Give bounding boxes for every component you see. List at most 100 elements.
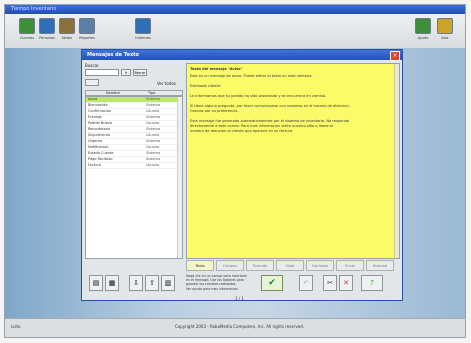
print-button[interactable]: ▤ — [89, 275, 103, 291]
notes-icon — [59, 18, 75, 34]
message-text-editor[interactable]: Texto del mensaje "Aviso" Este es un men… — [186, 63, 400, 259]
dialog-titlebar[interactable]: Mensajes de Texto × — [82, 50, 402, 61]
filter-label[interactable]: Ver todos — [157, 81, 176, 86]
cancel-button[interactable]: ✕ — [339, 275, 353, 291]
tab-options[interactable]: Opciones — [306, 260, 334, 271]
undo-button[interactable]: ↶ — [299, 275, 313, 291]
toolbar-button-info[interactable]: Informes — [135, 18, 151, 44]
list-item-type: Sistema — [146, 127, 161, 131]
tab-text[interactable]: Texto — [186, 260, 214, 271]
app-titlebar: Tiempo Inventario — [5, 5, 465, 14]
tab-view[interactable]: Vista — [276, 260, 304, 271]
text-line: Estimado cliente: — [190, 84, 222, 88]
toolbar-label: Notas — [61, 36, 73, 40]
list-item-type: Sistema — [146, 139, 161, 143]
text-line: Este es un mensaje de aviso. Puede edita… — [190, 74, 313, 78]
toolbar-label: Salir — [441, 36, 449, 40]
info-icon — [135, 18, 151, 34]
list-item-name: Estado Cuenta — [88, 151, 114, 155]
toolbar-label: Reportes — [79, 36, 95, 40]
help-icon: ? — [370, 279, 374, 287]
list-item-name: Aviso — [88, 97, 98, 101]
page-indicator: 1 / 1 — [235, 296, 244, 301]
toolbar-button-people[interactable]: Personas — [39, 18, 55, 44]
dialog-actions: ▤ ▦ ⇩ ⇧ ▥ Haga clic en un campo para ins… — [85, 273, 401, 295]
export-button[interactable]: ⇧ — [145, 275, 159, 291]
list-item-name: Entrega — [88, 115, 102, 119]
message-list-pane: Buscar Ir Borrar Ver todos Nombre Tipo A… — [85, 63, 183, 259]
scissors-icon: ✂ — [327, 279, 333, 287]
help-icon — [415, 18, 431, 34]
list-item-type: Usuario — [146, 133, 160, 137]
close-button[interactable]: × — [390, 51, 400, 61]
tab-fields[interactable]: Campos — [216, 260, 244, 271]
column-header-type[interactable]: Tipo — [148, 91, 155, 95]
messages-dialog: Mensajes de Texto × Buscar Ir Borrar Ver… — [81, 49, 403, 301]
list-item-type: Sistema — [146, 115, 161, 119]
toolbar-label: Cuentas — [19, 36, 35, 40]
editor-scrollbar[interactable] — [394, 64, 399, 258]
tab-history[interactable]: Historial — [366, 260, 394, 271]
toolbar-button-reports[interactable]: Reportes — [79, 18, 95, 44]
message-title: Texto del mensaje "Aviso" — [190, 67, 243, 71]
list-item[interactable]: Factura Usuario — [86, 163, 182, 169]
list-item-name: Pedido Nuevo — [88, 121, 113, 125]
help-button[interactable]: ? — [361, 275, 383, 291]
message-list: Aviso Sistema Bienvenida Sistema Confirmac… — [85, 96, 183, 259]
filter-button[interactable] — [85, 79, 99, 86]
list-item-name: Notificacion — [88, 145, 109, 149]
close-icon: × — [392, 52, 398, 59]
people-icon — [39, 18, 55, 34]
app-title: Tiempo Inventario — [11, 6, 57, 12]
list-item-type: Usuario — [146, 121, 160, 125]
list-item-type: Sistema — [146, 97, 161, 101]
list-item-type: Usuario — [146, 109, 160, 113]
search-input[interactable] — [85, 69, 119, 76]
delete-button[interactable]: ✂ — [323, 275, 337, 291]
clear-button[interactable]: Borrar — [133, 69, 147, 76]
list-item-type: Usuario — [146, 145, 160, 149]
list-scrollbar[interactable] — [177, 97, 182, 258]
list-item-type: Sistema — [146, 151, 161, 155]
text-line: directamente a este correo. Para mas inf… — [190, 124, 333, 128]
list-item-type: Usuario — [146, 163, 160, 167]
toolbar-button-accounts[interactable]: Cuentas — [19, 18, 35, 44]
ok-button[interactable]: ✔ — [261, 275, 283, 291]
go-button[interactable]: Ir — [121, 69, 131, 76]
help-notes: Haga clic en un campo para insertarlo en… — [186, 274, 256, 291]
text-line: Este mensaje fue generado automaticament… — [190, 119, 350, 123]
dialog-title: Mensajes de Texto — [87, 52, 139, 58]
toolbar-label: Ayuda — [417, 36, 429, 40]
tab-send[interactable]: Envio — [336, 260, 364, 271]
export-icon: ⇧ — [149, 279, 155, 287]
tab-format[interactable]: Formato — [246, 260, 274, 271]
status-bar: Listo Copyright 2003 - RoboMedia Compute… — [5, 318, 465, 337]
preview-icon: ▦ — [108, 279, 116, 287]
check-icon: ✔ — [268, 278, 276, 288]
list-item-type: Sistema — [146, 103, 161, 107]
import-icon: ⇩ — [133, 279, 139, 287]
preview-button[interactable]: ▦ — [105, 275, 119, 291]
column-header-name[interactable]: Nombre — [106, 91, 120, 95]
table-button[interactable]: ▥ — [161, 275, 175, 291]
list-item-name: Urgente — [88, 139, 103, 143]
toolbar-button-notes[interactable]: Notas — [59, 18, 75, 44]
list-item-name: Confirmacion — [88, 109, 112, 113]
list-item-type: Sistema — [146, 157, 161, 161]
cancel-icon: ✕ — [343, 279, 349, 287]
accounts-icon — [19, 18, 35, 34]
copyright-text: Copyright 2003 - RoboMedia Computers, In… — [175, 324, 305, 329]
text-line: Le informamos que su pedido ha sido proc… — [190, 94, 327, 98]
exit-icon — [437, 18, 453, 34]
text-line: numero de atencion al cliente que aparec… — [190, 129, 294, 133]
list-item-name: Pago Recibido — [88, 157, 113, 161]
undo-icon: ↶ — [303, 279, 309, 287]
toolbar-button-help[interactable]: Ayuda — [415, 18, 431, 44]
text-line: Gracias por su preferencia. — [190, 109, 239, 113]
import-button[interactable]: ⇩ — [129, 275, 143, 291]
print-icon: ▤ — [92, 279, 100, 287]
toolbar-label: Informes — [135, 36, 151, 40]
text-line: Si tiene alguna pregunta, por favor comu… — [190, 104, 350, 108]
toolbar-button-exit[interactable]: Salir — [437, 18, 453, 44]
reports-icon — [79, 18, 95, 34]
